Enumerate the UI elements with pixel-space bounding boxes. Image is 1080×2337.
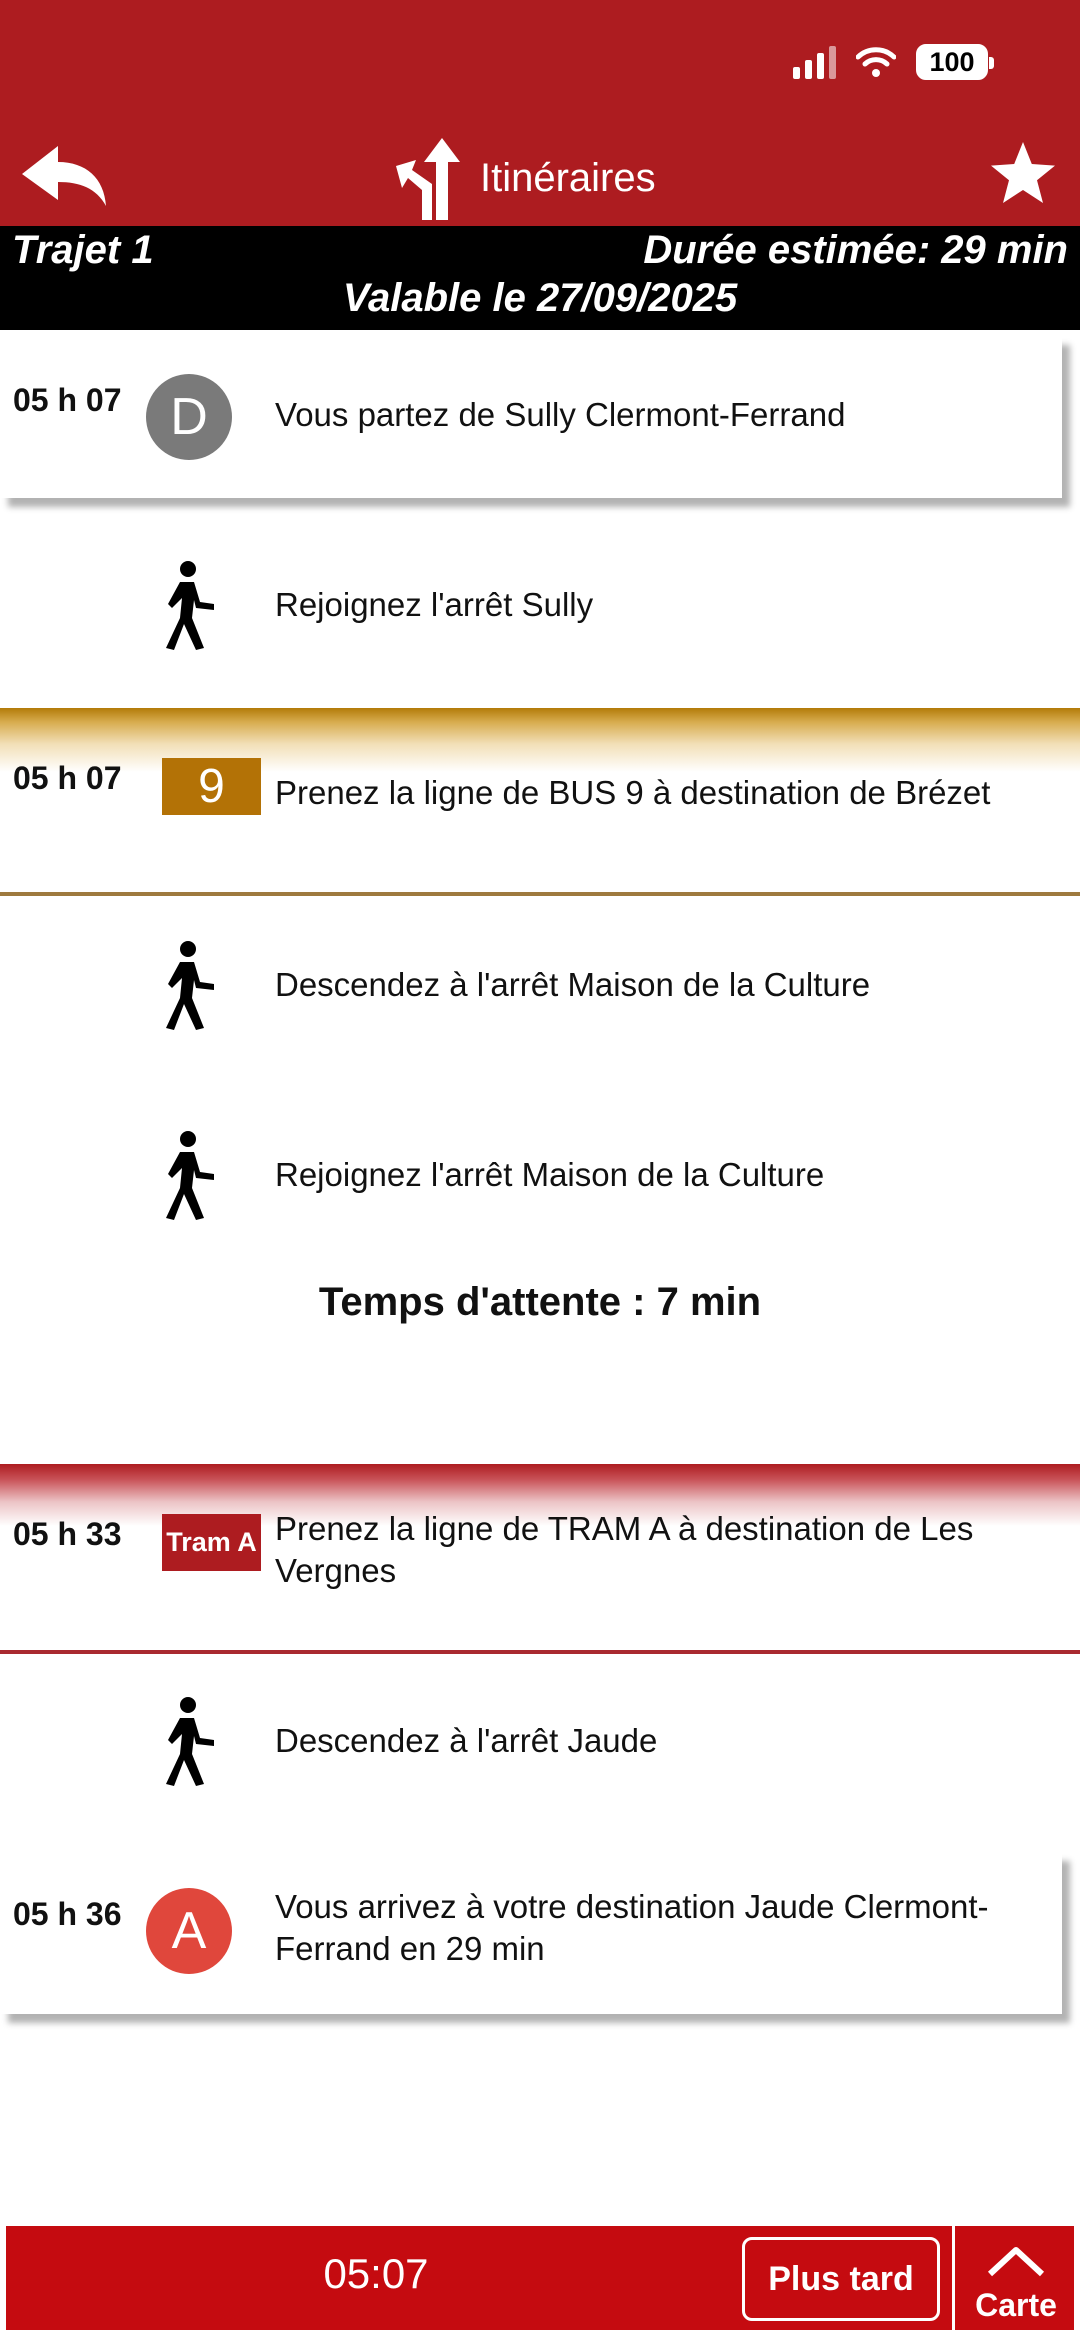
trip-name: Trajet 1 [12,228,154,272]
map-button[interactable]: Carte [952,2226,1074,2330]
step-text: Rejoignez l'arrêt Sully [275,586,594,623]
step-departure[interactable]: 05 h 07 D Vous partez de Sully Clermont-… [0,330,1080,500]
status-icons: 100 [793,44,994,80]
step-arrival[interactable]: 05 h 36 A Vous arrivez à votre destinati… [0,1846,1080,2016]
departure-time-selector[interactable]: 05:07 [6,2250,746,2298]
star-icon[interactable] [988,140,1058,210]
step-time: 05 h 36 [13,1896,122,1932]
departure-badge: D [146,374,232,460]
bus-line-badge: 9 [162,758,261,815]
page-title-group: Itinéraires [392,136,656,220]
step-bus[interactable]: 05 h 07 9 Prenez la ligne de BUS 9 à des… [0,708,1080,896]
step-text: Vous arrivez à votre destination Jaude C… [275,1888,989,1967]
pedestrian-icon [166,1131,214,1220]
page-title: Itinéraires [480,155,656,200]
step-walk[interactable]: Rejoignez l'arrêt Maison de la Culture [0,1090,1080,1260]
pedestrian-icon [166,1697,214,1786]
step-text: Descendez à l'arrêt Jaude [275,1722,658,1759]
trip-validity: Valable le 27/09/2025 [342,276,738,320]
home-icon [987,2247,1045,2277]
step-tram[interactable]: 05 h 33 Tram A Prenez la ligne de TRAM A… [0,1464,1080,1654]
later-button[interactable]: Plus tard [742,2237,940,2321]
step-text: Vous partez de Sully Clermont-Ferrand [275,396,846,433]
back-arrow-icon[interactable] [18,140,110,216]
step-time: 05 h 07 [13,382,122,418]
bottom-bar: 05:07 Plus tard Carte [6,2226,1074,2330]
trip-duration: Durée estimée: 29 min [643,228,1068,272]
step-text: Prenez la ligne de TRAM A à destination … [275,1510,974,1589]
battery-indicator: 100 [916,44,994,80]
map-label: Carte [975,2287,1057,2323]
pedestrian-icon [166,941,214,1030]
step-alight[interactable]: Descendez à l'arrêt Maison de la Culture [0,900,1080,1070]
signal-icon [793,45,836,79]
step-alight[interactable]: Descendez à l'arrêt Jaude [0,1660,1080,1830]
directions-icon [396,138,460,220]
app-header: Itinéraires [0,130,1080,226]
trip-summary-bar: Trajet 1 Durée estimée: 29 min Valable l… [0,226,1080,330]
step-time: 05 h 33 [13,1516,122,1552]
wait-time: Temps d'attente : 7 min [318,1280,762,1324]
step-text: Rejoignez l'arrêt Maison de la Culture [275,1156,825,1193]
wifi-icon [856,47,896,77]
step-time: 05 h 07 [13,760,122,796]
step-text: Prenez la ligne de BUS 9 à destination d… [275,774,991,811]
pedestrian-icon [166,561,214,650]
tram-line-badge: Tram A [162,1514,261,1571]
status-bar: 100 [0,0,1080,130]
arrival-badge: A [146,1888,232,1974]
step-walk[interactable]: Rejoignez l'arrêt Sully [0,520,1080,690]
step-text: Descendez à l'arrêt Maison de la Culture [275,966,871,1003]
